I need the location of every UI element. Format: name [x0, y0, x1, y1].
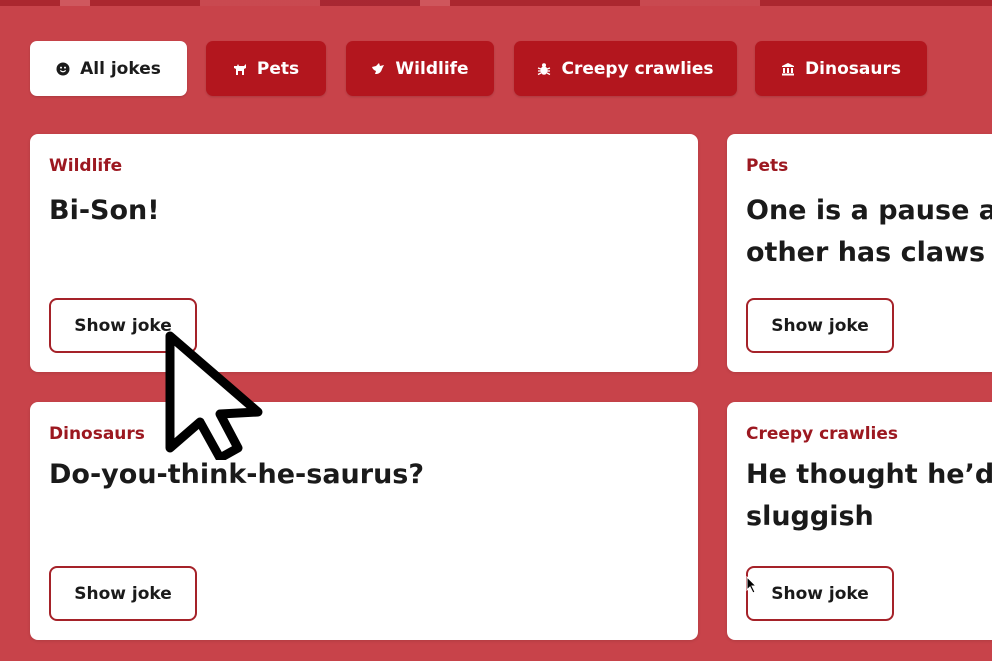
card-setup: Bi-Son!	[49, 190, 160, 232]
setup-line: other has claws at	[746, 237, 992, 268]
joke-card-dinosaurs: Dinosaurs Do-you-think-he-saurus? Show j…	[30, 402, 698, 640]
card-setup: One is a pause at t other has claws at	[746, 190, 992, 274]
filter-label: All jokes	[80, 58, 161, 79]
card-setup: Do-you-think-he-saurus?	[49, 454, 424, 496]
filter-label: Pets	[256, 58, 300, 79]
bird-icon	[371, 62, 385, 76]
museum-icon	[781, 62, 795, 76]
filter-label: Dinosaurs	[805, 58, 901, 79]
filter-dinosaurs[interactable]: Dinosaurs	[755, 41, 927, 96]
joke-card-pets: Pets One is a pause at t other has claws…	[727, 134, 992, 372]
card-category: Dinosaurs	[49, 424, 145, 444]
bug-icon	[537, 62, 551, 76]
dog-icon	[233, 62, 247, 76]
category-filter-bar: All jokes Pets Wildlife Creepy crawlies …	[0, 0, 992, 120]
card-category: Wildlife	[49, 156, 123, 176]
setup-line: Bi-Son!	[49, 195, 160, 226]
card-setup: He thought he’d g sluggish	[746, 454, 992, 538]
setup-line: Do-you-think-he-saurus?	[49, 459, 425, 490]
filter-label: Wildlife	[395, 58, 469, 79]
smiley-icon	[56, 62, 70, 76]
show-joke-button[interactable]: Show joke	[49, 566, 197, 621]
filter-creepy-crawlies[interactable]: Creepy crawlies	[514, 41, 737, 96]
filter-wildlife[interactable]: Wildlife	[346, 41, 494, 96]
card-category: Pets	[746, 156, 789, 176]
joke-card-wildlife: Wildlife Bi-Son! Show joke	[30, 134, 698, 372]
setup-line: He thought he’d g	[746, 459, 992, 490]
show-joke-button[interactable]: Show joke	[746, 566, 894, 621]
joke-card-creepy-crawlies: Creepy crawlies He thought he’d g sluggi…	[727, 402, 992, 640]
filter-all-jokes[interactable]: All jokes	[30, 41, 187, 96]
filter-label: Creepy crawlies	[561, 58, 714, 79]
setup-line: sluggish	[746, 501, 874, 532]
show-joke-button[interactable]: Show joke	[746, 298, 894, 353]
filter-pets[interactable]: Pets	[206, 41, 326, 96]
show-joke-button[interactable]: Show joke	[49, 298, 197, 353]
card-category: Creepy crawlies	[746, 424, 899, 444]
setup-line: One is a pause at t	[746, 195, 992, 226]
